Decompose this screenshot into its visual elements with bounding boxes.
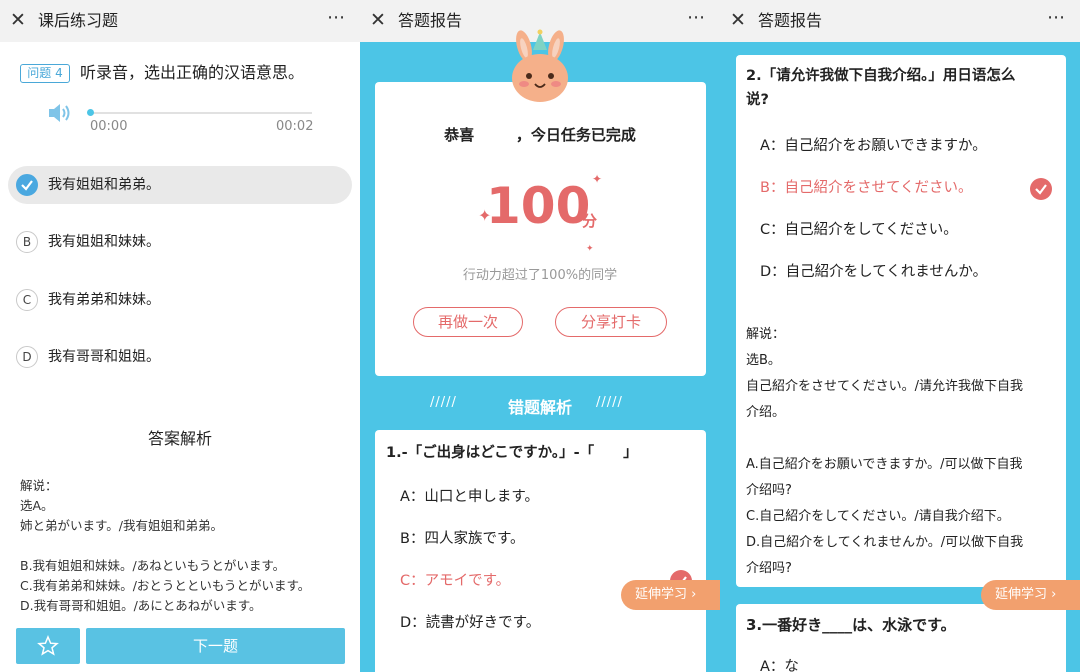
question-title: 3.一番好き____は、水泳です。 xyxy=(746,616,956,634)
explanation-line: 姉と弟がいます。/我有姐姐和弟弟。 xyxy=(20,518,223,533)
decorative-slashes: ///// xyxy=(596,395,623,410)
option-text: 我有姐姐和妹妹。 xyxy=(48,234,160,250)
close-icon[interactable]: ✕ xyxy=(10,8,26,32)
more-icon[interactable]: ⋯ xyxy=(1047,6,1066,30)
answer-option: C：自己紹介をしてください。 xyxy=(760,222,958,238)
option-a[interactable]: 我有姐姐和弟弟。 xyxy=(8,166,352,204)
answer-option-correct: B：自己紹介をさせてください。 xyxy=(760,180,973,196)
rank-stat: 行动力超过了100%的同学 xyxy=(462,268,618,283)
practice-panel: ✕ 课后练习题 ⋯ 问题 4 听录音，选出正确的汉语意思。 00:00 00:0… xyxy=(0,0,360,672)
explanation-line: C.自己紹介をしてください。/请自我介绍下。 xyxy=(746,509,1010,524)
redo-button[interactable]: 再做一次 xyxy=(413,307,523,337)
speaker-icon[interactable] xyxy=(46,100,72,126)
report-panel: ✕ 答题报告 ⋯ 恭喜 ，今日任务已完成 ✦ ✦ ✦ 100 分 行动力超过了1… xyxy=(360,0,720,672)
wrong-answer-section-title: 错题解析 xyxy=(507,398,572,417)
page-title: 课后练习题 xyxy=(38,11,119,30)
answer-option: B：四人家族です。 xyxy=(400,531,525,547)
sparkle-icon: ✦ xyxy=(586,244,594,254)
option-text: 我有哥哥和姐姐。 xyxy=(48,349,160,365)
answer-option-correct: C：アモイです。 xyxy=(400,573,511,589)
extended-study-button[interactable]: 延伸学习 › xyxy=(981,580,1080,610)
close-icon[interactable]: ✕ xyxy=(370,8,386,32)
audio-current-time: 00:00 xyxy=(90,119,128,134)
completion-message: 恭喜 ，今日任务已完成 xyxy=(444,126,636,144)
answer-option: D：自己紹介をしてくれませんか。 xyxy=(760,264,988,280)
explanation-line xyxy=(746,426,1066,452)
answer-analysis-title: 答案解析 xyxy=(147,429,212,448)
explanation-line: D.我有哥哥和姐姐。/あにとあねがいます。 xyxy=(20,598,262,613)
explanation-line: A.自己紹介をお願いできますか。/可以做下自我 xyxy=(746,457,1023,472)
score-unit: 分 xyxy=(582,212,598,230)
star-icon xyxy=(37,635,59,656)
explanation-line xyxy=(20,536,350,556)
checkmark-icon xyxy=(16,174,38,196)
explanation-line: 介绍。 xyxy=(746,405,786,420)
explanation-line: 介绍吗? xyxy=(746,483,792,498)
explanation-line: 介绍吗? xyxy=(746,561,792,576)
bunny-mascot-icon xyxy=(512,29,568,102)
explanation-line: 解说： xyxy=(20,478,58,493)
extended-study-button[interactable]: 延伸学习 › xyxy=(621,580,720,610)
page-title: 答题报告 xyxy=(758,11,823,30)
audio-total-time: 00:02 xyxy=(276,119,314,134)
more-icon[interactable]: ⋯ xyxy=(687,6,706,30)
explanation-line: 解说： xyxy=(746,327,786,342)
correct-check-icon xyxy=(1030,178,1052,200)
top-bar: ✕ 课后练习题 ⋯ xyxy=(0,0,360,42)
answer-option: A：山口と申します。 xyxy=(400,489,539,505)
question-title-line: 2.「请允许我做下自我介绍。」用日语怎么 xyxy=(746,68,1016,84)
answer-explanation: 解说： 选B。 自己紹介をさせてください。/请允许我做下自我 介绍。 A.自己紹… xyxy=(746,322,1066,582)
question-text: 听录音，选出正确的汉语意思。 xyxy=(80,63,305,82)
explanation-line: 选B。 xyxy=(746,353,781,368)
explanation-line: C.我有弟弟和妹妹。/おとうとといもうとがいます。 xyxy=(20,578,311,593)
option-text: 我有弟弟和妹妹。 xyxy=(48,292,160,308)
explanation-line: 选A。 xyxy=(20,498,54,513)
explanation-line: 自己紹介をさせてください。/请允许我做下自我 xyxy=(746,379,1023,394)
explanation-line: D.自己紹介をしてくれませんか。/可以做下自我 xyxy=(746,535,1024,550)
option-d[interactable]: D 我有哥哥和姐姐。 xyxy=(8,338,352,376)
option-letter: C xyxy=(16,289,38,311)
answer-option: A：自己紹介をお願いできますか。 xyxy=(760,138,987,154)
more-icon[interactable]: ⋯ xyxy=(327,6,346,30)
next-question-button[interactable]: 下一题 xyxy=(86,628,345,664)
option-letter: D xyxy=(16,346,38,368)
close-icon[interactable]: ✕ xyxy=(730,8,746,32)
option-b[interactable]: B 我有姐姐和妹妹。 xyxy=(8,223,352,261)
option-letter: B xyxy=(16,231,38,253)
answer-explanation: 解说： 选A。 姉と弟がいます。/我有姐姐和弟弟。 B.我有姐姐和妹妹。/あねと… xyxy=(20,476,350,616)
question-title-line: 说? xyxy=(746,92,769,108)
question-title: 1.-「ご出身はどこですか。」-「 」 xyxy=(386,445,638,461)
audio-progress-handle[interactable] xyxy=(87,109,94,116)
explanation-line: B.我有姐姐和妹妹。/あねといもうとがいます。 xyxy=(20,558,286,573)
answer-option: A：な xyxy=(760,659,799,672)
option-c[interactable]: C 我有弟弟和妹妹。 xyxy=(8,281,352,319)
answer-option: D：読書が好きです。 xyxy=(400,615,541,631)
question-number-badge: 问题 4 xyxy=(20,64,70,83)
score-value: 100 xyxy=(486,177,591,235)
top-bar: ✕ 答题报告 ⋯ xyxy=(720,0,1080,42)
sparkle-icon: ✦ xyxy=(592,172,603,186)
audio-progress-track[interactable] xyxy=(90,112,312,114)
question-card xyxy=(375,430,706,672)
option-text: 我有姐姐和弟弟。 xyxy=(48,177,160,193)
question-title: 2.「请允许我做下自我介绍。」用日语怎么 说? xyxy=(746,64,1066,112)
share-checkin-button[interactable]: 分享打卡 xyxy=(555,307,667,337)
page-title: 答题报告 xyxy=(398,11,463,30)
favorite-button[interactable] xyxy=(16,628,80,664)
